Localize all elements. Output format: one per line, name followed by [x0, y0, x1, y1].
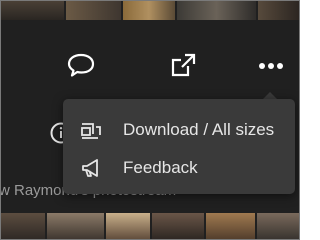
photo-strip-top — [1, 1, 299, 20]
photo-thumbnail[interactable] — [66, 1, 122, 20]
photo-thumbnail[interactable] — [106, 213, 151, 239]
photo-thumbnail[interactable] — [257, 1, 299, 20]
photo-strip-bottom — [1, 213, 299, 239]
photo-actions-bar — [1, 47, 299, 87]
megaphone-icon — [79, 157, 103, 179]
photo-thumbnail[interactable] — [205, 213, 256, 239]
share-button[interactable] — [166, 51, 200, 83]
more-options-button[interactable] — [254, 51, 288, 83]
more-options-menu: Download / All sizes Feedback — [63, 99, 295, 194]
photo-viewer: w Raymond's photostream Download / All s… — [0, 0, 300, 240]
menu-item-label: Download / All sizes — [123, 120, 275, 139]
share-icon — [168, 51, 198, 84]
photo-thumbnail[interactable] — [1, 213, 45, 239]
comment-icon — [66, 51, 96, 84]
more-icon — [256, 51, 286, 84]
photo-thumbnail[interactable] — [152, 213, 204, 239]
photo-thumbnail[interactable] — [176, 1, 256, 20]
comment-button[interactable] — [64, 51, 98, 83]
download-sizes-icon — [79, 119, 103, 141]
photo-thumbnail[interactable] — [257, 213, 299, 239]
photo-thumbnail[interactable] — [46, 213, 105, 239]
photo-thumbnail[interactable] — [1, 1, 65, 20]
menu-item-feedback[interactable]: Feedback — [63, 150, 295, 186]
menu-item-label: Feedback — [123, 158, 198, 177]
menu-item-download[interactable]: Download / All sizes — [63, 112, 295, 148]
photo-thumbnail[interactable] — [123, 1, 175, 20]
